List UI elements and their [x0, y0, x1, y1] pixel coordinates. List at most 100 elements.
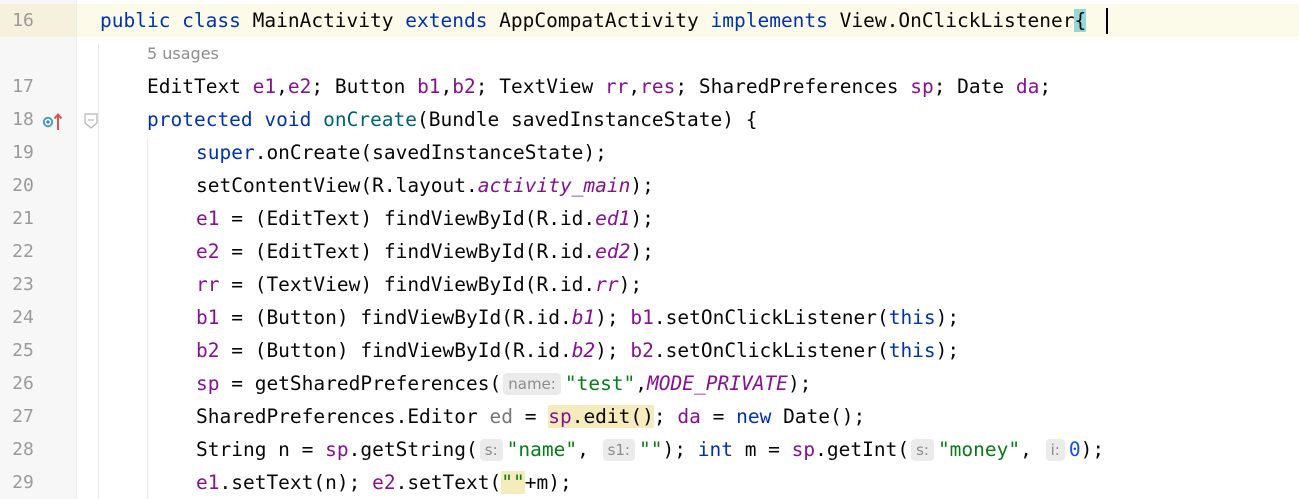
code-line-text[interactable]: String n = sp.getString(s: "name", s1: "")…	[196, 433, 1104, 466]
line-number: 18	[12, 109, 34, 130]
code-line[interactable]: 17 EditText e1,e2; Button b1,b2; TextView…	[0, 70, 1299, 103]
code-line-text[interactable]: b2 = (Button) findViewById(R.id.b2); b2.…	[196, 334, 959, 367]
code-token: e1	[252, 75, 277, 98]
code-token: public class	[100, 9, 253, 32]
code-line[interactable]: 16 public class MainActivity extends AppC…	[0, 4, 1299, 37]
code-line[interactable]: 29 e1.setText(n); e2.setText(""+m);	[0, 466, 1299, 499]
code-token: da	[1015, 75, 1040, 98]
code-line-text[interactable]: super.onCreate(savedInstanceState);	[196, 136, 607, 169]
code-token: protected void	[147, 108, 324, 131]
line-number: 16	[12, 10, 34, 31]
fold-icon[interactable]	[83, 112, 99, 130]
text-caret	[1106, 8, 1108, 34]
code-token: .edit()	[571, 405, 654, 428]
line-number: 25	[12, 340, 34, 361]
code-line-text[interactable]: public class MainActivity extends AppCom…	[100, 4, 1087, 37]
code-token: );	[787, 372, 812, 395]
code-line-text[interactable]: e2 = (EditText) findViewById(R.id.ed2);	[196, 235, 654, 268]
code-token: b1	[571, 306, 596, 329]
code-token: this	[888, 339, 936, 362]
code-token: e1	[196, 471, 220, 494]
code-line-text[interactable]: e1.setText(n); e2.setText(""+m);	[196, 466, 572, 499]
code-token: rr	[604, 75, 629, 98]
line-number: 28	[12, 439, 34, 460]
code-token: e1	[196, 207, 220, 230]
code-line[interactable]: 25 b2 = (Button) findViewById(R.id.b2); b…	[0, 334, 1299, 367]
line-number: 27	[12, 406, 34, 427]
code-token: (Bundle savedInstanceState) {	[417, 108, 758, 131]
code-token: SharedPreferences.Editor	[196, 405, 490, 428]
code-line-text[interactable]: rr = (TextView) findViewById(R.id.rr);	[196, 268, 642, 301]
code-token: ed2	[595, 240, 631, 263]
code-token: =	[700, 405, 737, 428]
line-number: 22	[12, 241, 34, 262]
code-token: setContentView(R.layout.	[196, 174, 478, 197]
code-token: this	[888, 306, 936, 329]
code-token: String n =	[196, 438, 326, 461]
code-token: "money"	[937, 438, 1021, 461]
code-token: .setOnClickListener(	[653, 306, 889, 329]
code-line[interactable]: 27 SharedPreferences.Editor ed = sp.edit(…	[0, 400, 1299, 433]
code-token: b1	[630, 306, 654, 329]
code-token: View.OnClickListener	[839, 9, 1075, 32]
code-line-text[interactable]: EditText e1,e2; Button b1,b2; TextView r…	[147, 70, 1051, 103]
code-token: implements	[710, 9, 840, 32]
parameter-hint: s1:	[602, 439, 635, 461]
code-editor[interactable]: 5 usages 16 public class MainActivity ext…	[0, 0, 1299, 499]
code-token: MainActivity	[252, 9, 406, 32]
code-token: ;	[653, 405, 678, 428]
override-method-icon[interactable]	[42, 110, 64, 132]
code-line-text[interactable]: b1 = (Button) findViewById(R.id.b1); b1.…	[196, 301, 959, 334]
code-token: b2	[571, 339, 596, 362]
usages-hint[interactable]: 5 usages	[147, 39, 219, 69]
code-line-text[interactable]: e1 = (EditText) findViewById(R.id.ed1);	[196, 202, 654, 235]
code-token: e2	[287, 75, 312, 98]
code-line-text[interactable]: protected void onCreate(Bundle savedInst…	[147, 103, 758, 136]
code-line[interactable]: 18 protected void onCreate(Bundle savedIn…	[0, 103, 1299, 136]
code-line-text[interactable]: SharedPreferences.Editor ed = sp.edit();…	[196, 400, 865, 433]
code-token: b1	[196, 306, 220, 329]
code-line[interactable]: 20 setContentView(R.layout.activity_main)…	[0, 169, 1299, 202]
code-line-text[interactable]: setContentView(R.layout.activity_main);	[196, 169, 654, 202]
code-line[interactable]: 19 super.onCreate(savedInstanceState);	[0, 136, 1299, 169]
code-token: .setText(	[395, 471, 502, 494]
code-token: e2	[196, 240, 220, 263]
code-line[interactable]: 28 String n = sp.getString(s: "name", s1: "…	[0, 433, 1299, 466]
code-line[interactable]: 26 sp = getSharedPreferences(name: "test",…	[0, 367, 1299, 400]
code-token: rr	[196, 273, 220, 296]
code-token: ,	[577, 438, 601, 461]
code-token: m =	[744, 438, 792, 461]
line-number: 26	[12, 373, 34, 394]
line-number: 21	[12, 208, 34, 229]
code-token: e2	[372, 471, 396, 494]
code-token: ; Button	[311, 75, 418, 98]
code-line[interactable]: 21 e1 = (EditText) findViewById(R.id.ed1)…	[0, 202, 1299, 235]
code-line-text[interactable]: sp = getSharedPreferences(name: "test",MO…	[196, 367, 811, 400]
code-line[interactable]: 22 e2 = (EditText) findViewById(R.id.ed2)…	[0, 235, 1299, 268]
code-line[interactable]: 23 rr = (TextView) findViewById(R.id.rr);	[0, 268, 1299, 301]
code-token: da	[677, 405, 701, 428]
code-token: );	[935, 306, 960, 329]
code-token: sp	[791, 438, 816, 461]
code-token: +m);	[524, 471, 572, 494]
code-token: =	[512, 405, 549, 428]
code-token: sp	[910, 75, 934, 98]
parameter-hint: name:	[503, 373, 561, 395]
code-token: onCreate	[323, 108, 418, 131]
code-line[interactable]: 24 b1 = (Button) findViewById(R.id.b1); b…	[0, 301, 1299, 334]
code-token: b2	[630, 339, 654, 362]
line-number: 19	[12, 142, 34, 163]
code-token: .setOnClickListener(	[653, 339, 889, 362]
line-number: 17	[12, 76, 34, 97]
code-token: sp	[325, 438, 349, 461]
code-token: ,	[1020, 438, 1044, 461]
code-token: b1	[417, 75, 441, 98]
code-token: "name"	[506, 438, 578, 461]
code-token: = (Button) findViewById(R.id.	[219, 339, 572, 362]
code-token: super	[196, 141, 255, 164]
code-token: int	[697, 438, 745, 461]
code-token: 0	[1068, 438, 1081, 461]
code-token: .onCreate(savedInstanceState);	[254, 141, 607, 164]
code-token: new	[736, 405, 784, 428]
code-token: );	[1080, 438, 1105, 461]
